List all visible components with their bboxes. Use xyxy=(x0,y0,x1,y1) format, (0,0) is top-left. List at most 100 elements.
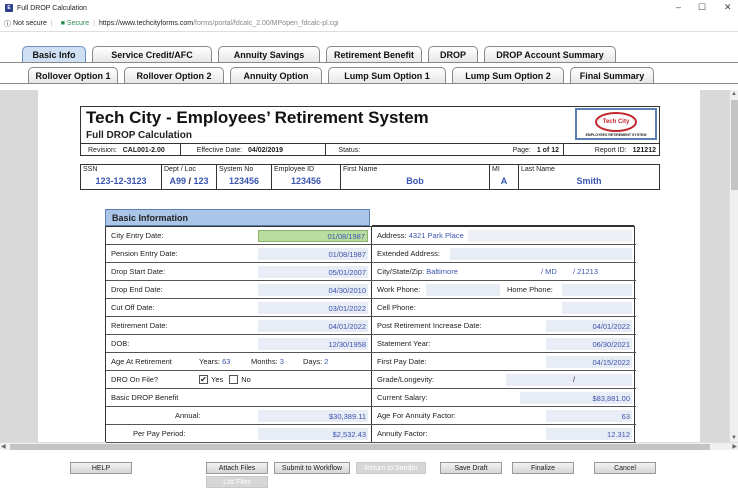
tab-annuity-option[interactable]: Annuity Option xyxy=(230,67,322,83)
address-field[interactable] xyxy=(468,230,632,242)
status-label: Status: xyxy=(338,146,361,154)
days-value: 2 xyxy=(324,357,329,366)
return-to-sender-button[interactable]: Return to Sender xyxy=(356,462,426,474)
section-basic-information: Basic Information xyxy=(105,209,370,226)
list-files-button[interactable]: List Files xyxy=(206,476,268,488)
tab-drop-account-summary[interactable]: DROP Account Summary xyxy=(484,46,616,62)
age-at-retirement-label: Age At Retirement xyxy=(111,357,172,366)
first-pay-field[interactable]: 04/15/2022 xyxy=(546,356,632,368)
lock-icon: ■ xyxy=(60,20,65,27)
report-label: Report ID: xyxy=(594,146,627,154)
grid-row: Pension Entry Date: 01/08/1987 Extended … xyxy=(106,245,636,263)
pri-date-label: Post Retirement Increase Date: xyxy=(377,321,482,330)
pension-entry-field[interactable]: 01/08/1987 xyxy=(258,248,368,260)
cell-phone-label: Cell Phone: xyxy=(377,303,416,312)
grid-row: Drop End Date: 04/30/2010 Work Phone: Ho… xyxy=(106,281,636,299)
scrollbar-thumb[interactable] xyxy=(731,100,738,190)
grid-row: Annual: $30,389.11 Age For Annuity Facto… xyxy=(106,407,636,425)
statement-year-label: Statement Year: xyxy=(377,339,431,348)
per-pay-period-field[interactable]: $2,532.43 xyxy=(258,428,368,440)
drop-start-field[interactable]: 05/01/2007 xyxy=(258,266,368,278)
work-phone-field[interactable] xyxy=(426,284,500,296)
annuity-factor-label: Annuity Factor: xyxy=(377,429,428,438)
cancel-button[interactable]: Cancel xyxy=(594,462,656,474)
annuity-factor-field[interactable]: 12.312 xyxy=(546,428,632,440)
footer-toolbar: HELP Attach Files List Files Submit to W… xyxy=(0,450,738,488)
tab-rollover-option-1[interactable]: Rollover Option 1 xyxy=(28,67,118,83)
dob-field[interactable]: 12/30/1958 xyxy=(258,338,368,350)
dro-on-file-label: DRO On File? xyxy=(111,375,159,384)
drop-end-field[interactable]: 04/30/2010 xyxy=(258,284,368,296)
dept-slash: / xyxy=(188,176,191,186)
cell-phone-field[interactable] xyxy=(562,302,632,314)
tab-annuity-savings[interactable]: Annuity Savings xyxy=(218,46,320,62)
maximize-icon[interactable]: ☐ xyxy=(698,2,706,13)
page-subtitle: Full DROP Calculation xyxy=(86,130,192,141)
annual-field[interactable]: $30,389.11 xyxy=(258,410,368,422)
url-host: https://www.techcityforms.com xyxy=(98,20,194,27)
logo-emblem: Tech City xyxy=(595,111,637,132)
pension-entry-label: Pension Entry Date: xyxy=(111,249,178,258)
grid-row: City Entry Date: 01/08/1987 Address: 432… xyxy=(106,227,636,245)
city-entry-field[interactable]: 01/08/1987 xyxy=(258,230,368,242)
drop-end-label: Drop End Date: xyxy=(111,285,163,294)
info-icon[interactable]: ⓘ xyxy=(4,19,11,29)
zip-value[interactable]: / 21213 xyxy=(568,263,598,280)
logo-caption: EMPLOYEES RETIREMENT SYSTEM xyxy=(585,132,647,137)
city-state-zip-label: City/State/Zip: xyxy=(377,267,425,276)
member-id-row: SSN 123-12-3123 Dept / Loc A99 / 123 Sys… xyxy=(80,164,660,190)
tab-lump-sum-option-1[interactable]: Lump Sum Option 1 xyxy=(328,67,446,83)
retirement-date-field[interactable]: 04/01/2022 xyxy=(258,320,368,332)
first-name-value: Bob xyxy=(406,176,424,186)
submit-workflow-button[interactable]: Submit to Workflow xyxy=(274,462,350,474)
horizontal-scrollbar[interactable]: ◀ ▶ xyxy=(0,442,738,450)
state-value[interactable]: / MD xyxy=(536,263,557,280)
current-salary-field[interactable]: $83,881.00 xyxy=(520,392,632,404)
finalize-button[interactable]: Finalize xyxy=(512,462,574,474)
pri-date-field[interactable]: 04/01/2022 xyxy=(546,320,632,332)
tab-drop[interactable]: DROP xyxy=(428,46,478,62)
scroll-up-icon[interactable]: ▲ xyxy=(731,91,737,97)
address-separator: | xyxy=(50,20,53,27)
first-name-label: First Name xyxy=(343,166,378,173)
home-phone-label: Home Phone: xyxy=(507,285,553,294)
home-phone-field[interactable] xyxy=(562,284,632,296)
scroll-right-icon[interactable]: ▶ xyxy=(732,443,737,450)
city-value[interactable]: Baltimore xyxy=(426,267,458,276)
last-name-value: Smith xyxy=(576,176,602,186)
scroll-left-icon[interactable]: ◀ xyxy=(1,443,6,450)
address-value[interactable]: 4321 Park Place xyxy=(409,231,464,240)
cutoff-field[interactable]: 03/01/2022 xyxy=(258,302,368,314)
url-path: /forms/portal/fdcalc_2.00/MPopen_fdcalc-… xyxy=(193,20,339,27)
basic-info-grid: City Entry Date: 01/08/1987 Address: 432… xyxy=(105,226,636,443)
dro-no-label: No xyxy=(241,375,251,384)
age-annuity-factor-field[interactable]: 63 xyxy=(546,410,632,422)
first-name-cell: First Name Bob xyxy=(341,165,489,189)
minimize-icon[interactable]: – xyxy=(676,2,681,12)
address-bar[interactable]: ⓘ Not secure | ■ Secure | https://www.te… xyxy=(0,16,738,32)
basic-drop-benefit-label: Basic DROP Benefit xyxy=(111,393,179,402)
days-label: Days: xyxy=(303,357,323,366)
ssn-cell: SSN 123-12-3123 xyxy=(81,165,161,189)
attach-files-button[interactable]: Attach Files xyxy=(206,462,268,474)
annual-label: Annual: xyxy=(175,411,201,420)
vertical-scrollbar[interactable]: ▲ ▼ xyxy=(729,90,738,442)
tab-final-summary[interactable]: Final Summary xyxy=(570,67,654,83)
mi-label: MI xyxy=(492,166,500,173)
effective-value: 04/02/2019 xyxy=(248,146,284,154)
window-titlebar: E Full DROP Calculation – ☐ ✕ xyxy=(0,0,738,16)
dro-no-checkbox[interactable] xyxy=(229,375,239,384)
scroll-down-icon[interactable]: ▼ xyxy=(731,435,737,441)
dro-yes-checkbox[interactable]: ✔ xyxy=(199,375,208,384)
ssn-label: SSN xyxy=(83,166,98,173)
extended-address-field[interactable] xyxy=(450,248,632,260)
close-icon[interactable]: ✕ xyxy=(724,2,732,13)
save-draft-button[interactable]: Save Draft xyxy=(440,462,502,474)
statement-year-field[interactable]: 06/30/2021 xyxy=(546,338,632,350)
tab-lump-sum-option-2[interactable]: Lump Sum Option 2 xyxy=(452,67,564,83)
tab-retirement-benefit[interactable]: Retirement Benefit xyxy=(326,46,422,62)
tab-rollover-option-2[interactable]: Rollover Option 2 xyxy=(124,67,224,83)
tab-basic-info[interactable]: Basic Info xyxy=(22,46,86,62)
help-button[interactable]: HELP xyxy=(70,462,132,474)
tab-service-credit[interactable]: Service Credit/AFC xyxy=(92,46,212,62)
